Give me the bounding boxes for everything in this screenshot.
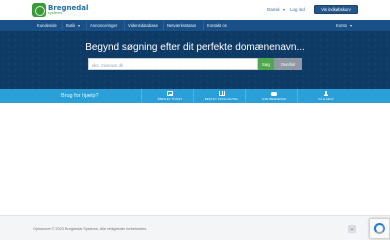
arrow-up-icon: [351, 228, 353, 230]
book-icon: [219, 91, 225, 96]
nav-item-vidensdatabase[interactable]: Vidensdatabase: [128, 23, 158, 28]
brand-logo[interactable]: Bregnedal systems: [32, 3, 88, 17]
recaptcha-badge[interactable]: [369, 218, 390, 239]
chevron-down-icon: [349, 24, 352, 27]
help-bar: Brug for hjælp? ÅBEN ET TICKET BESTILT K…: [0, 89, 390, 103]
nav-item-kundeside[interactable]: Kundeside: [37, 23, 57, 28]
user-icon: [323, 91, 329, 96]
chat-icon: [271, 91, 277, 97]
domain-search-input[interactable]: eks. minnavn.dk: [88, 58, 258, 70]
hero-title: Begynd søgning efter dit perfekte domæne…: [85, 42, 305, 53]
language-selector[interactable]: Dansk: [267, 7, 285, 12]
copyright-text: Ophavsret © 2023 Bregnedal Systems. Alle…: [33, 227, 148, 231]
search-button[interactable]: Søg: [258, 58, 274, 70]
catalog-link[interactable]: BESTILT KATALOG/TEL.: [193, 89, 250, 103]
main-content: [0, 103, 390, 215]
nav-item-annonceringer[interactable]: Annonceringer: [90, 23, 117, 28]
account-menu[interactable]: Konto: [336, 23, 352, 28]
footer: Ophavsret © 2023 Bregnedal Systems. Alle…: [0, 215, 390, 240]
nav-item-netvaerksstatus[interactable]: Netværksstatus: [167, 23, 196, 28]
language-label: Dansk: [267, 7, 280, 12]
nav-item-kontakt[interactable]: Kontakt os: [207, 23, 227, 28]
help-title: Brug for hjælp?: [61, 92, 99, 99]
domain-search-hero: Begynd søgning efter dit perfekte domæne…: [0, 31, 390, 89]
live-chat-link[interactable]: LIVE BESKEDNG: [245, 89, 302, 103]
brand-tagline: systems: [48, 10, 63, 15]
view-cart-button[interactable]: Vis indkøbskurv: [314, 5, 358, 14]
ticket-icon: [167, 91, 173, 96]
top-header: Bregnedal systems Dansk Log ind Vis indk…: [0, 0, 390, 20]
recaptcha-icon: [374, 223, 385, 234]
nav-item-butik[interactable]: Butik: [66, 23, 81, 28]
logo-icon: [32, 3, 46, 17]
chevron-down-icon: [282, 8, 285, 11]
transfer-button[interactable]: Overfør: [274, 58, 302, 70]
back-to-top-button[interactable]: [348, 225, 356, 233]
main-navigation: Kundeside Butik Annonceringer Vidensdata…: [0, 20, 390, 31]
chevron-down-icon: [78, 24, 81, 27]
open-ticket-link[interactable]: ÅBEN ET TICKET: [141, 89, 198, 103]
get-help-link[interactable]: FÅ HJÆLP: [297, 89, 354, 103]
login-link[interactable]: Log ind: [290, 7, 305, 12]
